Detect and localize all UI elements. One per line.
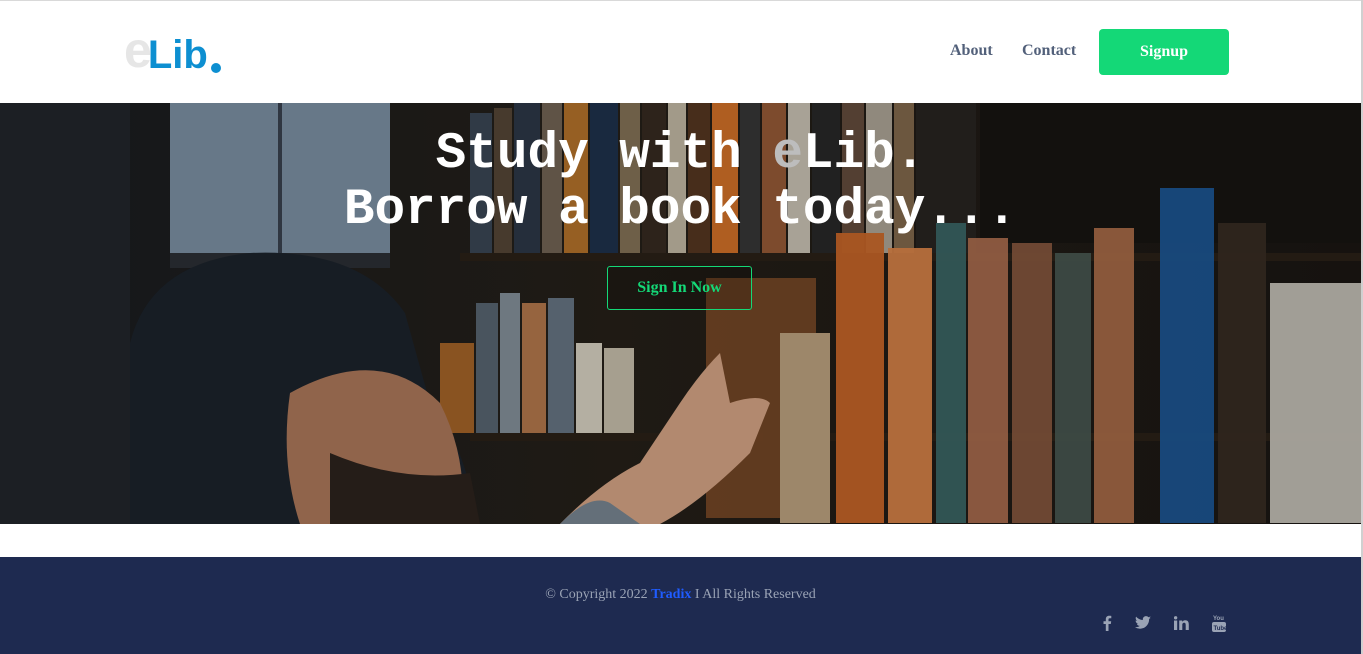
copyright-prefix: © Copyright 2022 [545,587,652,602]
linkedin-icon[interactable] [1171,613,1191,633]
copyright-suffix: I All Rights Reserved [691,587,816,602]
copyright-text: © Copyright 2022 Tradix I All Rights Res… [0,587,1361,603]
hero-headline: Study with eLib. Borrow a book today... [0,127,1361,239]
nav-contact-link[interactable]: Contact [1022,42,1076,60]
signup-button[interactable]: Signup [1099,29,1229,75]
svg-text:You: You [1213,616,1224,622]
hero-banner: Study with eLib. Borrow a book today... … [0,103,1361,524]
hero-line1-accent: e [772,126,803,183]
logo-lib: Lib [147,33,208,77]
facebook-icon[interactable] [1097,613,1117,633]
elib-logo[interactable]: e Lib [124,25,221,77]
brand-link[interactable]: Tradix [651,587,691,602]
nav-about-link[interactable]: About [950,42,993,60]
sign-in-now-button[interactable]: Sign In Now [607,266,752,310]
hero-line1-prefix: Study with [435,126,773,183]
hero-line1-suffix: Lib. [802,126,926,183]
logo-dot [210,63,221,73]
site-footer: © Copyright 2022 Tradix I All Rights Res… [0,557,1361,654]
twitter-icon[interactable] [1133,613,1153,633]
site-header: e Lib About Contact Signup [0,1,1361,103]
logo-e: e [124,22,152,78]
hero-line2: Borrow a book today... [343,182,1018,239]
svg-text:Tube: Tube [1214,626,1227,632]
youtube-icon[interactable]: You Tube [1209,613,1229,633]
